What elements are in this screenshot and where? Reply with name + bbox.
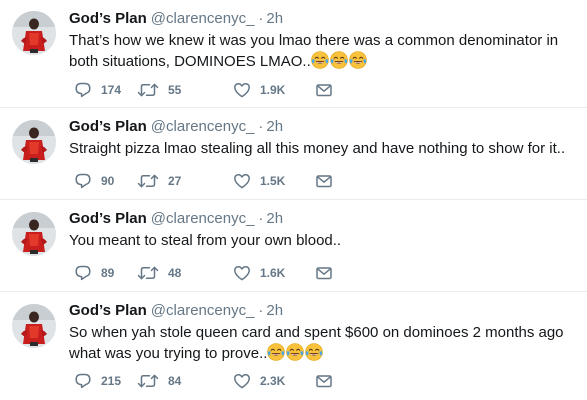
like-count: 1.6K: [260, 266, 286, 280]
face-with-tears-of-joy-icon: [286, 343, 304, 361]
reply-button[interactable]: 89: [74, 263, 114, 283]
direct-message-button[interactable]: [315, 80, 333, 100]
heart-icon: [233, 81, 251, 99]
reply-button[interactable]: 174: [74, 80, 121, 100]
user-handle[interactable]: @clarencenyc_: [151, 210, 255, 227]
tweet-header: God’s Plan @clarencenyc_ · 2h: [69, 209, 283, 229]
avatar-image: [12, 120, 56, 164]
user-handle[interactable]: @clarencenyc_: [151, 10, 255, 27]
retweet-button[interactable]: 48: [137, 263, 181, 283]
face-with-tears-of-joy-icon: [267, 343, 285, 361]
tweet-text: So when yah stole queen card and spent $…: [69, 323, 577, 364]
user-handle[interactable]: @clarencenyc_: [151, 302, 255, 319]
like-count: 2.3K: [260, 374, 286, 388]
reply-count: 174: [101, 83, 122, 97]
like-button[interactable]: 2.3K: [233, 371, 285, 391]
separator-dot: ·: [258, 10, 264, 27]
like-count: 1.9K: [260, 83, 286, 97]
retweet-count: 55: [168, 83, 182, 97]
retweet-count: 27: [168, 174, 182, 188]
tweet[interactable]: God’s Plan @clarencenyc_ · 2h You meant to …: [0, 200, 587, 292]
reply-button[interactable]: 215: [74, 371, 121, 391]
direct-message-button[interactable]: [315, 263, 333, 283]
timestamp[interactable]: 2h: [266, 118, 283, 135]
tweet-header: God’s Plan @clarencenyc_ · 2h: [69, 301, 283, 321]
face-with-tears-of-joy-icon: [311, 51, 329, 69]
direct-message-button[interactable]: [315, 171, 333, 191]
separator-dot: ·: [258, 118, 264, 135]
tweet-text-body: You meant to steal from your own blood..: [69, 232, 342, 249]
display-name[interactable]: God’s Plan: [69, 118, 147, 135]
avatar[interactable]: [12, 304, 56, 348]
tweet[interactable]: God’s Plan @clarencenyc_ · 2h Straight pizz…: [0, 108, 587, 200]
reply-icon: [74, 81, 92, 99]
like-button[interactable]: 1.6K: [233, 263, 285, 283]
tweet[interactable]: God’s Plan @clarencenyc_ · 2h So when yah s…: [0, 292, 587, 400]
face-with-tears-of-joy-icon: [349, 51, 367, 69]
tweet-header: God’s Plan @clarencenyc_ · 2h: [69, 117, 283, 137]
avatar-image: [12, 212, 56, 256]
face-with-tears-of-joy-icon: [305, 343, 323, 361]
avatar[interactable]: [12, 11, 56, 55]
retweet-icon: [137, 81, 159, 99]
heart-icon: [233, 264, 251, 282]
tweet[interactable]: God’s Plan @clarencenyc_ · 2h That’s how we…: [0, 0, 587, 108]
like-button[interactable]: 1.5K: [233, 171, 285, 191]
envelope-icon: [315, 172, 333, 190]
display-name[interactable]: God’s Plan: [69, 302, 147, 319]
envelope-icon: [315, 372, 333, 390]
retweet-count: 84: [168, 374, 182, 388]
avatar-image: [12, 304, 56, 348]
tweet-text: You meant to steal from your own blood..: [69, 231, 577, 251]
display-name[interactable]: God’s Plan: [69, 210, 147, 227]
heart-icon: [233, 172, 251, 190]
user-handle[interactable]: @clarencenyc_: [151, 118, 255, 135]
reply-icon: [74, 372, 92, 390]
envelope-icon: [315, 264, 333, 282]
timestamp[interactable]: 2h: [266, 10, 283, 27]
display-name[interactable]: God’s Plan: [69, 10, 147, 27]
reply-icon: [74, 172, 92, 190]
tweet-header: God’s Plan @clarencenyc_ · 2h: [69, 9, 283, 29]
retweet-button[interactable]: 84: [137, 371, 181, 391]
face-with-tears-of-joy-icon: [330, 51, 348, 69]
separator-dot: ·: [258, 302, 264, 319]
retweet-icon: [137, 172, 159, 190]
tweet-feed: God’s Plan @clarencenyc_ · 2h That’s how we…: [0, 0, 587, 400]
reply-button[interactable]: 90: [74, 171, 114, 191]
direct-message-button[interactable]: [315, 371, 333, 391]
tweet-text: Straight pizza lmao stealing all this mo…: [69, 139, 577, 159]
retweet-button[interactable]: 27: [137, 171, 181, 191]
reply-count: 89: [101, 266, 115, 280]
retweet-button[interactable]: 55: [137, 80, 181, 100]
timestamp[interactable]: 2h: [266, 302, 283, 319]
separator-dot: ·: [258, 210, 264, 227]
tweet-text-body: Straight pizza lmao stealing all this mo…: [69, 140, 566, 157]
retweet-count: 48: [168, 266, 182, 280]
reply-icon: [74, 264, 92, 282]
avatar[interactable]: [12, 212, 56, 256]
like-count: 1.5K: [260, 174, 286, 188]
heart-icon: [233, 372, 251, 390]
tweet-text: That’s how we knew it was you lmao there…: [69, 31, 577, 72]
reply-count: 215: [101, 374, 122, 388]
timestamp[interactable]: 2h: [266, 210, 283, 227]
envelope-icon: [315, 81, 333, 99]
retweet-icon: [137, 372, 159, 390]
reply-count: 90: [101, 174, 115, 188]
like-button[interactable]: 1.9K: [233, 80, 285, 100]
avatar[interactable]: [12, 120, 56, 164]
avatar-image: [12, 11, 56, 55]
retweet-icon: [137, 264, 159, 282]
